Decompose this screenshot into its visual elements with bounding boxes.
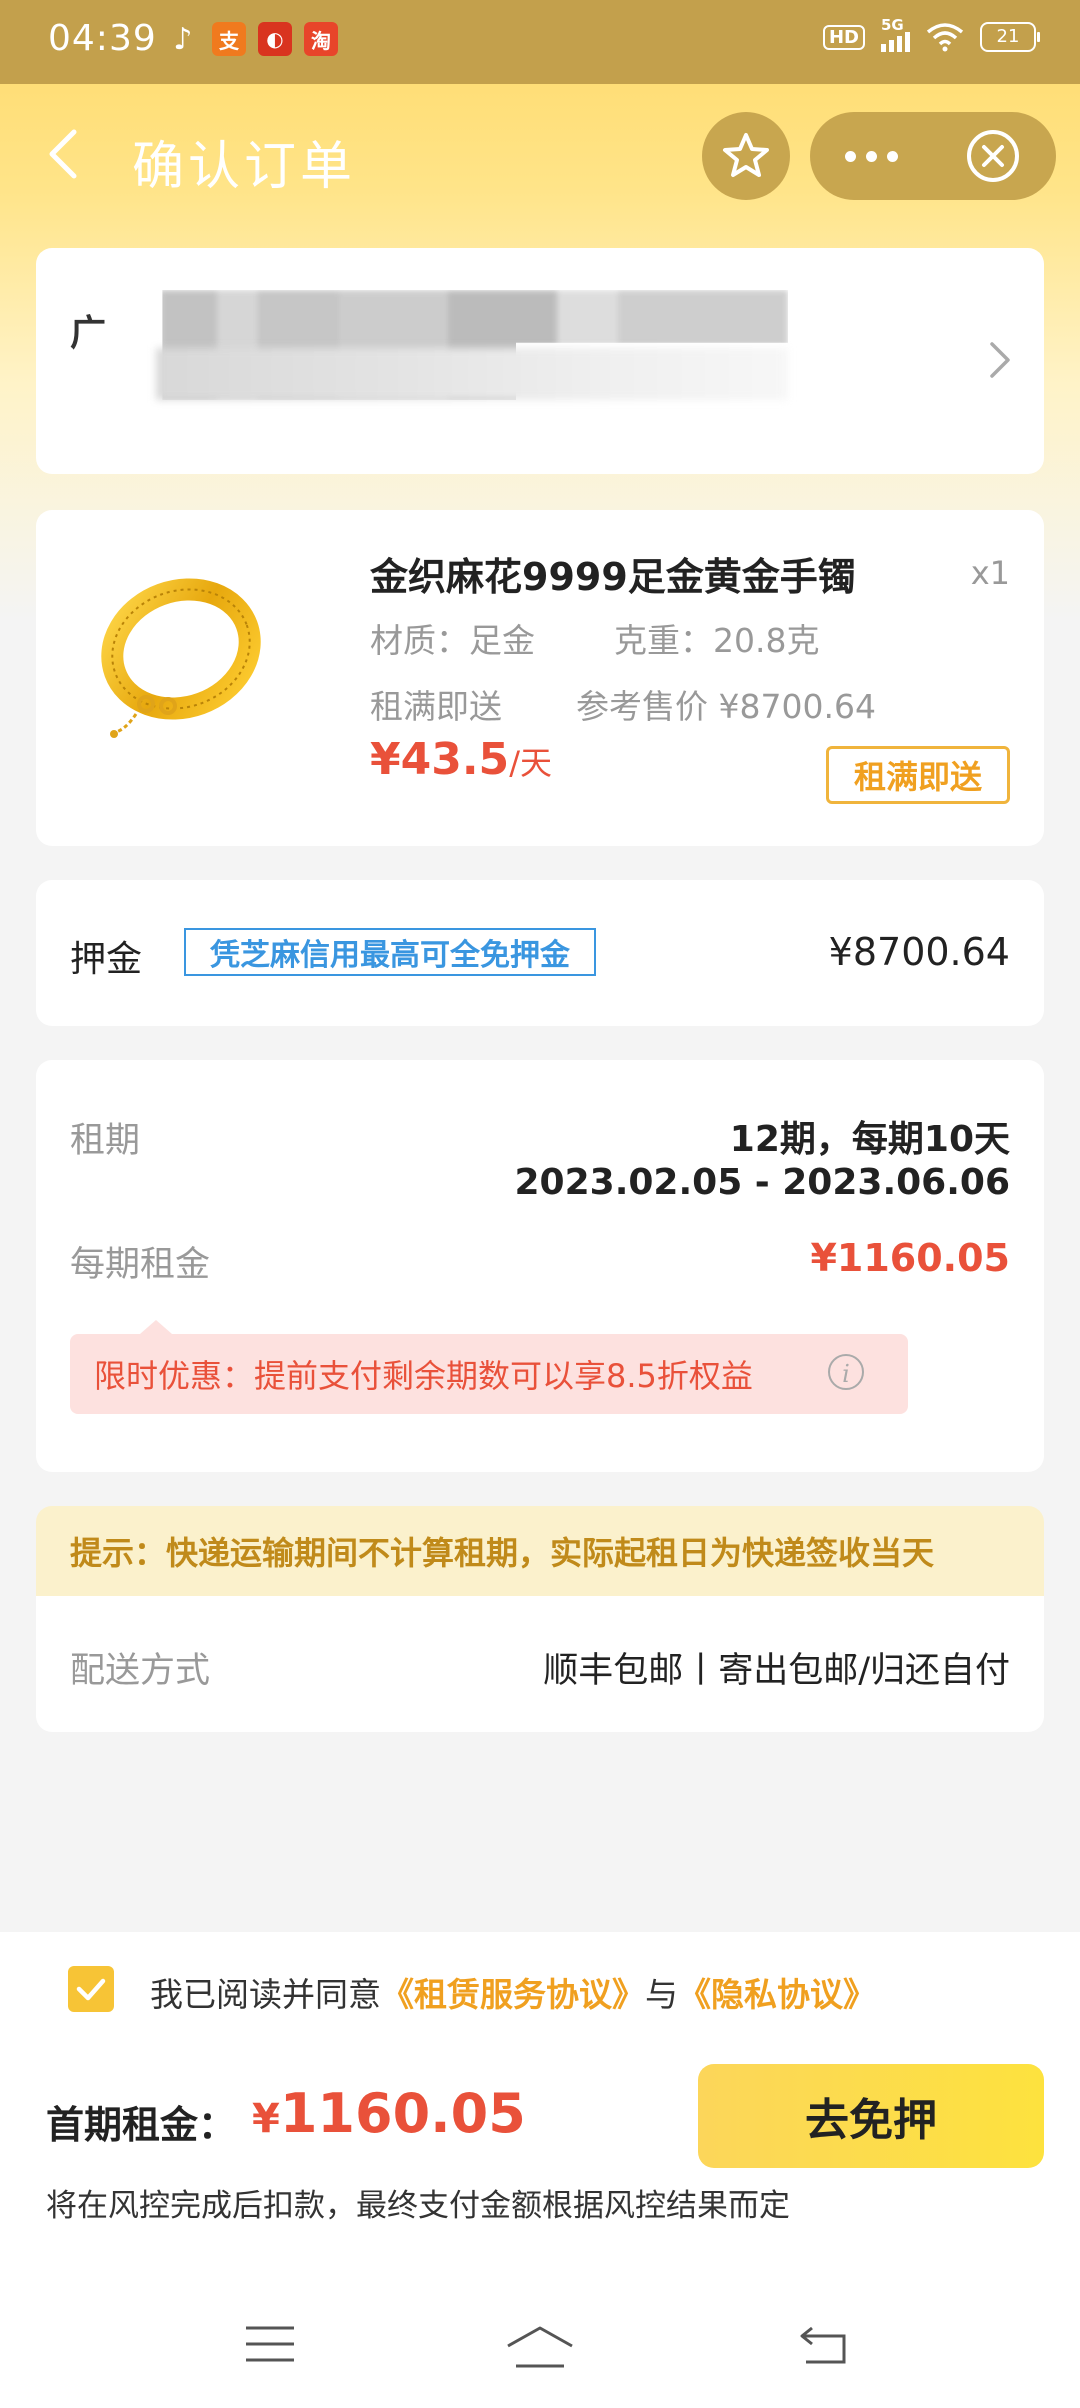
tip-banner: 提示：快递运输期间不计算租期，实际起租日为快递签收当天 — [36, 1506, 1044, 1596]
back-arrow-icon[interactable] — [44, 128, 88, 180]
price-unit: /天 — [509, 744, 552, 782]
network-label: 5G — [881, 16, 904, 34]
more-menu-button[interactable] — [810, 112, 932, 200]
wifi-icon — [926, 23, 964, 52]
agreement-mid: 与 — [645, 1975, 678, 2014]
app-icon: ◐ — [258, 22, 292, 56]
zhima-credit-badge[interactable]: 凭芝麻信用最高可全免押金 — [184, 928, 596, 976]
address-card[interactable]: 广 — [36, 248, 1044, 474]
deposit-value: ¥8700.64 — [828, 930, 1010, 974]
tiktok-icon: ♪ — [173, 21, 193, 57]
address-text: 广 — [70, 313, 107, 354]
battery-icon: 21 — [980, 22, 1040, 52]
status-time: 04:39 — [48, 18, 157, 59]
product-price: ¥43.5/天 — [370, 734, 552, 785]
chevron-right-icon — [990, 342, 1010, 378]
product-card: 金织麻花9999足金黄金手镯 x1 材质：足金 克重：20.8克 租满即送 参考… — [36, 510, 1044, 846]
shipping-value: 顺丰包邮丨寄出包邮/归还自付 — [543, 1651, 1010, 1691]
checkout-panel: 我已阅读并同意《租赁服务协议》与《隐私协议》 首期租金： ¥1160.05 去免… — [0, 1932, 1080, 2408]
deposit-free-button[interactable]: 去免押 — [698, 2064, 1044, 2168]
page-title: 确认订单 — [132, 137, 357, 197]
nav-bar: 确认订单 — [0, 84, 1080, 224]
product-material: 材质：足金 — [370, 621, 535, 660]
agreement-prefix: 我已阅读并同意 — [150, 1975, 381, 2014]
back-nav-icon[interactable] — [798, 2324, 850, 2366]
shipping-card: 配送方式 顺丰包邮丨寄出包邮/归还自付 — [36, 1596, 1044, 1732]
address-redacted-line — [156, 348, 788, 400]
agreement-text: 我已阅读并同意《租赁服务协议》与《隐私协议》 — [150, 1968, 876, 2016]
product-quantity: x1 — [970, 554, 1010, 592]
product-weight: 克重：20.8克 — [614, 621, 820, 660]
signal-icon: 5G — [881, 16, 910, 52]
alipay-icon: 支 — [212, 22, 246, 56]
dot-icon — [844, 150, 856, 162]
hd-icon: HD — [822, 24, 865, 50]
menu-nav-icon[interactable] — [244, 2324, 296, 2364]
deposit-label: 押金 — [70, 939, 143, 980]
first-payment-label: 首期租金： — [46, 2103, 237, 2147]
shipping-label: 配送方式 — [70, 1651, 211, 1691]
info-icon[interactable]: i — [828, 1354, 864, 1390]
taobao-icon: 淘 — [304, 22, 338, 56]
favorite-button[interactable] — [702, 112, 790, 200]
close-miniapp-button[interactable] — [932, 112, 1054, 200]
deposit-card: 押金 凭芝麻信用最高可全免押金 ¥8700.64 — [36, 880, 1044, 1026]
rent-fee-label: 每期租金 — [70, 1245, 211, 1285]
amount-value: 1160.05 — [279, 2082, 526, 2145]
rent-card: 租期 12期，每期10天 2023.02.05 - 2023.06.06 每期租… — [36, 1060, 1044, 1472]
agreement-checkbox[interactable] — [68, 1966, 114, 2012]
product-ref-price: 参考售价 ¥8700.64 — [576, 687, 876, 726]
gold-bracelet-image — [101, 578, 261, 738]
first-payment-amount: ¥1160.05 — [252, 2082, 526, 2145]
dot-icon — [886, 150, 898, 162]
product-delivery: 租满即送 — [370, 687, 502, 726]
status-indicators: HD 5G 21 — [822, 16, 1040, 52]
miniapp-capsule — [810, 112, 1056, 200]
rent-term-value: 12期，每期10天 — [729, 1119, 1010, 1160]
privacy-agreement-link[interactable]: 《隐私协议》 — [678, 1975, 876, 2014]
payment-note: 将在风控完成后扣款，最终支付金额根据风控结果而定 — [46, 2188, 790, 2224]
currency-symbol: ¥ — [252, 2096, 280, 2142]
rent-date-range: 2023.02.05 - 2023.06.06 — [514, 1162, 1011, 1203]
close-circle-icon — [967, 130, 1019, 182]
notification-icons: ♪ 支 ◐ 淘 — [166, 21, 338, 57]
promo-banner: 限时优惠：提前支付剩余期数可以享8.5折权益 i — [70, 1320, 908, 1414]
rental-agreement-link[interactable]: 《租赁服务协议》 — [381, 1975, 645, 2014]
dot-icon — [865, 150, 877, 162]
checkmark-icon — [76, 1978, 106, 2001]
price-value: ¥43.5 — [370, 734, 510, 785]
home-nav-icon[interactable] — [504, 2324, 576, 2370]
rent-term-label: 租期 — [70, 1121, 141, 1161]
rent-fee-value: ¥1160.05 — [810, 1236, 1010, 1280]
star-icon — [723, 133, 769, 177]
delivery-tag: 租满即送 — [826, 746, 1010, 804]
promo-text: 限时优惠：提前支付剩余期数可以享8.5折权益 — [94, 1357, 753, 1395]
product-name: 金织麻花9999足金黄金手镯 — [370, 555, 856, 599]
status-bar: 04:39 ♪ 支 ◐ 淘 HD 5G 21 — [0, 0, 1080, 84]
